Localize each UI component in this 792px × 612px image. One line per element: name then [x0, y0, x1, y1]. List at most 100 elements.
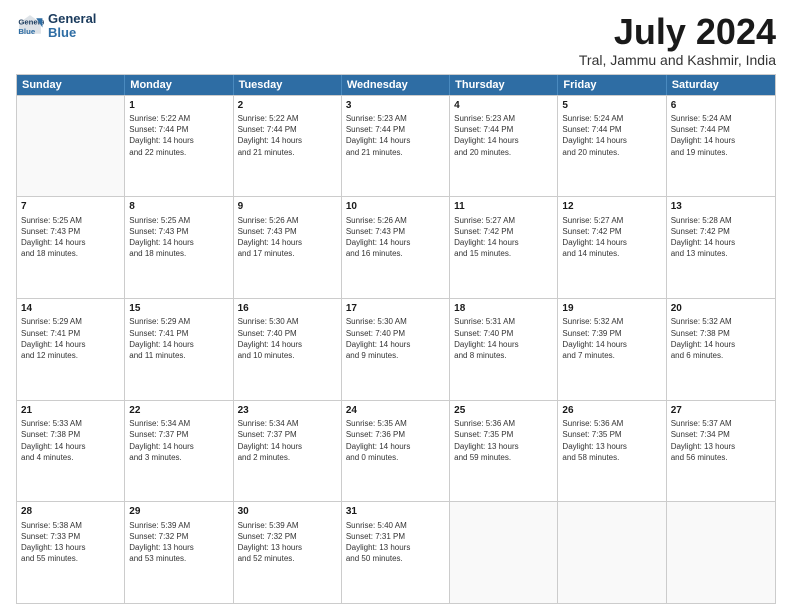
day-cell-13: 13Sunrise: 5:28 AM Sunset: 7:42 PM Dayli…: [667, 197, 775, 298]
day-number: 19: [562, 302, 661, 316]
calendar-row-4: 21Sunrise: 5:33 AM Sunset: 7:38 PM Dayli…: [17, 400, 775, 502]
day-info: Sunrise: 5:30 AM Sunset: 7:40 PM Dayligh…: [346, 316, 445, 361]
day-number: 10: [346, 200, 445, 214]
day-cell-4: 4Sunrise: 5:23 AM Sunset: 7:44 PM Daylig…: [450, 96, 558, 197]
day-info: Sunrise: 5:22 AM Sunset: 7:44 PM Dayligh…: [129, 113, 228, 158]
day-info: Sunrise: 5:35 AM Sunset: 7:36 PM Dayligh…: [346, 418, 445, 463]
day-number: 24: [346, 404, 445, 418]
day-number: 30: [238, 505, 337, 519]
day-cell-20: 20Sunrise: 5:32 AM Sunset: 7:38 PM Dayli…: [667, 299, 775, 400]
day-info: Sunrise: 5:26 AM Sunset: 7:43 PM Dayligh…: [346, 215, 445, 260]
day-number: 22: [129, 404, 228, 418]
day-cell-22: 22Sunrise: 5:34 AM Sunset: 7:37 PM Dayli…: [125, 401, 233, 502]
day-info: Sunrise: 5:27 AM Sunset: 7:42 PM Dayligh…: [454, 215, 553, 260]
day-info: Sunrise: 5:36 AM Sunset: 7:35 PM Dayligh…: [562, 418, 661, 463]
day-info: Sunrise: 5:31 AM Sunset: 7:40 PM Dayligh…: [454, 316, 553, 361]
subtitle: Tral, Jammu and Kashmir, India: [579, 52, 776, 68]
day-info: Sunrise: 5:30 AM Sunset: 7:40 PM Dayligh…: [238, 316, 337, 361]
day-cell-3: 3Sunrise: 5:23 AM Sunset: 7:44 PM Daylig…: [342, 96, 450, 197]
day-info: Sunrise: 5:39 AM Sunset: 7:32 PM Dayligh…: [238, 520, 337, 565]
calendar: SundayMondayTuesdayWednesdayThursdayFrid…: [16, 74, 776, 604]
day-number: 12: [562, 200, 661, 214]
day-info: Sunrise: 5:38 AM Sunset: 7:33 PM Dayligh…: [21, 520, 120, 565]
day-info: Sunrise: 5:29 AM Sunset: 7:41 PM Dayligh…: [129, 316, 228, 361]
day-number: 27: [671, 404, 771, 418]
day-cell-21: 21Sunrise: 5:33 AM Sunset: 7:38 PM Dayli…: [17, 401, 125, 502]
day-number: 18: [454, 302, 553, 316]
calendar-weekday-saturday: Saturday: [667, 75, 775, 95]
day-info: Sunrise: 5:24 AM Sunset: 7:44 PM Dayligh…: [562, 113, 661, 158]
day-number: 29: [129, 505, 228, 519]
day-cell-8: 8Sunrise: 5:25 AM Sunset: 7:43 PM Daylig…: [125, 197, 233, 298]
day-number: 15: [129, 302, 228, 316]
day-info: Sunrise: 5:25 AM Sunset: 7:43 PM Dayligh…: [129, 215, 228, 260]
svg-text:Blue: Blue: [18, 27, 36, 36]
day-cell-6: 6Sunrise: 5:24 AM Sunset: 7:44 PM Daylig…: [667, 96, 775, 197]
calendar-body: 1Sunrise: 5:22 AM Sunset: 7:44 PM Daylig…: [17, 95, 775, 603]
day-info: Sunrise: 5:34 AM Sunset: 7:37 PM Dayligh…: [238, 418, 337, 463]
day-info: Sunrise: 5:28 AM Sunset: 7:42 PM Dayligh…: [671, 215, 771, 260]
day-cell-12: 12Sunrise: 5:27 AM Sunset: 7:42 PM Dayli…: [558, 197, 666, 298]
calendar-row-5: 28Sunrise: 5:38 AM Sunset: 7:33 PM Dayli…: [17, 501, 775, 603]
day-info: Sunrise: 5:23 AM Sunset: 7:44 PM Dayligh…: [346, 113, 445, 158]
day-cell-16: 16Sunrise: 5:30 AM Sunset: 7:40 PM Dayli…: [234, 299, 342, 400]
calendar-row-1: 1Sunrise: 5:22 AM Sunset: 7:44 PM Daylig…: [17, 95, 775, 197]
day-info: Sunrise: 5:26 AM Sunset: 7:43 PM Dayligh…: [238, 215, 337, 260]
day-cell-30: 30Sunrise: 5:39 AM Sunset: 7:32 PM Dayli…: [234, 502, 342, 603]
day-number: 3: [346, 99, 445, 113]
day-number: 5: [562, 99, 661, 113]
calendar-weekday-sunday: Sunday: [17, 75, 125, 95]
empty-cell: [558, 502, 666, 603]
day-number: 13: [671, 200, 771, 214]
day-number: 2: [238, 99, 337, 113]
day-number: 6: [671, 99, 771, 113]
day-info: Sunrise: 5:32 AM Sunset: 7:39 PM Dayligh…: [562, 316, 661, 361]
day-cell-7: 7Sunrise: 5:25 AM Sunset: 7:43 PM Daylig…: [17, 197, 125, 298]
calendar-weekday-thursday: Thursday: [450, 75, 558, 95]
day-cell-2: 2Sunrise: 5:22 AM Sunset: 7:44 PM Daylig…: [234, 96, 342, 197]
day-info: Sunrise: 5:23 AM Sunset: 7:44 PM Dayligh…: [454, 113, 553, 158]
day-info: Sunrise: 5:33 AM Sunset: 7:38 PM Dayligh…: [21, 418, 120, 463]
day-number: 4: [454, 99, 553, 113]
day-cell-24: 24Sunrise: 5:35 AM Sunset: 7:36 PM Dayli…: [342, 401, 450, 502]
day-info: Sunrise: 5:37 AM Sunset: 7:34 PM Dayligh…: [671, 418, 771, 463]
day-cell-27: 27Sunrise: 5:37 AM Sunset: 7:34 PM Dayli…: [667, 401, 775, 502]
calendar-header: SundayMondayTuesdayWednesdayThursdayFrid…: [17, 75, 775, 95]
day-cell-15: 15Sunrise: 5:29 AM Sunset: 7:41 PM Dayli…: [125, 299, 233, 400]
day-number: 26: [562, 404, 661, 418]
header: General Blue General Blue July 2024 Tral…: [16, 12, 776, 68]
page: General Blue General Blue July 2024 Tral…: [0, 0, 792, 612]
day-cell-17: 17Sunrise: 5:30 AM Sunset: 7:40 PM Dayli…: [342, 299, 450, 400]
empty-cell: [450, 502, 558, 603]
day-info: Sunrise: 5:29 AM Sunset: 7:41 PM Dayligh…: [21, 316, 120, 361]
day-number: 17: [346, 302, 445, 316]
day-cell-1: 1Sunrise: 5:22 AM Sunset: 7:44 PM Daylig…: [125, 96, 233, 197]
day-number: 31: [346, 505, 445, 519]
day-number: 21: [21, 404, 120, 418]
day-number: 16: [238, 302, 337, 316]
logo: General Blue General Blue: [16, 12, 96, 41]
day-cell-19: 19Sunrise: 5:32 AM Sunset: 7:39 PM Dayli…: [558, 299, 666, 400]
main-title: July 2024: [579, 12, 776, 52]
day-info: Sunrise: 5:34 AM Sunset: 7:37 PM Dayligh…: [129, 418, 228, 463]
calendar-weekday-monday: Monday: [125, 75, 233, 95]
day-cell-14: 14Sunrise: 5:29 AM Sunset: 7:41 PM Dayli…: [17, 299, 125, 400]
day-info: Sunrise: 5:32 AM Sunset: 7:38 PM Dayligh…: [671, 316, 771, 361]
day-info: Sunrise: 5:40 AM Sunset: 7:31 PM Dayligh…: [346, 520, 445, 565]
day-number: 23: [238, 404, 337, 418]
day-number: 7: [21, 200, 120, 214]
day-number: 1: [129, 99, 228, 113]
day-number: 20: [671, 302, 771, 316]
logo-icon: General Blue: [16, 12, 44, 40]
day-cell-29: 29Sunrise: 5:39 AM Sunset: 7:32 PM Dayli…: [125, 502, 233, 603]
day-info: Sunrise: 5:36 AM Sunset: 7:35 PM Dayligh…: [454, 418, 553, 463]
empty-cell: [667, 502, 775, 603]
day-cell-25: 25Sunrise: 5:36 AM Sunset: 7:35 PM Dayli…: [450, 401, 558, 502]
day-info: Sunrise: 5:22 AM Sunset: 7:44 PM Dayligh…: [238, 113, 337, 158]
logo-text: General Blue: [48, 12, 96, 41]
day-info: Sunrise: 5:39 AM Sunset: 7:32 PM Dayligh…: [129, 520, 228, 565]
day-cell-5: 5Sunrise: 5:24 AM Sunset: 7:44 PM Daylig…: [558, 96, 666, 197]
day-cell-9: 9Sunrise: 5:26 AM Sunset: 7:43 PM Daylig…: [234, 197, 342, 298]
calendar-weekday-wednesday: Wednesday: [342, 75, 450, 95]
empty-cell: [17, 96, 125, 197]
